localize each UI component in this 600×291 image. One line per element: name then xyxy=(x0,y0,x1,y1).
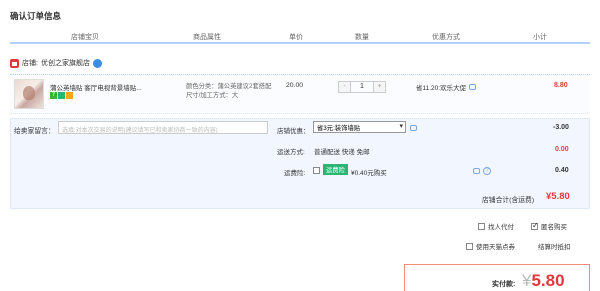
message-label: 给卖家留言： xyxy=(14,128,55,135)
item-thumbnail[interactable] xyxy=(14,79,44,109)
qty-minus-button[interactable]: - xyxy=(339,82,350,92)
attr-size: 尺寸/加工方式：大 xyxy=(186,92,239,99)
col-subtotal: 小计 xyxy=(533,34,547,41)
quantity-stepper: - 1 + xyxy=(338,81,386,93)
shipping-method: 普通配送 快递 免邮 xyxy=(314,149,370,156)
final-label: 实付款: xyxy=(492,281,516,288)
anonymous-checkbox[interactable] xyxy=(531,221,539,230)
shop-discount-select[interactable]: 省3元:装饰墙贴 xyxy=(313,121,406,133)
attr-color: 颜色分类：蒲公英建议2套搭配 xyxy=(186,83,272,90)
shop-icon xyxy=(10,58,19,68)
discount-info-icon[interactable] xyxy=(410,125,417,131)
chat-icon[interactable] xyxy=(92,58,102,68)
proxy-pay-option[interactable]: 找人代付 xyxy=(478,221,514,231)
item-badges: 7 xyxy=(50,92,73,99)
seven-day-return-icon: 7 xyxy=(50,92,57,99)
proxy-pay-label: 找人代付 xyxy=(488,224,514,231)
final-amount: ¥5.80 xyxy=(522,271,565,291)
shipping-label: 运送方式: xyxy=(277,149,305,156)
col-price: 单价 xyxy=(289,34,303,41)
message-input[interactable]: 选填:对本次交易的说明(建议填写已和卖家协商一致的内容) xyxy=(58,121,268,134)
insurance-label: 运费险: xyxy=(284,170,306,177)
insurance-checkbox[interactable] xyxy=(313,167,320,174)
anonymous-option[interactable]: 匿名购买 xyxy=(531,221,567,231)
col-promo: 优惠方式 xyxy=(432,34,460,41)
qty-input[interactable]: 1 xyxy=(350,82,374,92)
shop-discount-value: -3.00 xyxy=(553,124,569,131)
settle-note-text: 结算时抵扣 xyxy=(538,244,571,251)
tmall-points-option[interactable]: 使用天猫点券 xyxy=(466,241,515,251)
shop-name-link[interactable]: 优创之家旗舰店 xyxy=(41,58,90,68)
proxy-pay-checkbox[interactable] xyxy=(478,222,485,230)
item-promo: 省11.20:欢乐大促 xyxy=(416,82,477,92)
insurance-badge: 运费险 xyxy=(323,164,348,175)
item-name-link[interactable]: 蒲公英墙贴 客厅电视背景墙贴... xyxy=(50,82,170,92)
item-attributes: 颜色分类：蒲公英建议2套搭配 尺寸/加工方式：大 xyxy=(186,82,281,100)
comment-icon[interactable] xyxy=(469,84,477,90)
item-row xyxy=(10,74,590,114)
shop-total-label: 店铺合计(含运费) xyxy=(482,197,535,204)
item-subtotal: 8.80 xyxy=(554,82,568,89)
qty-plus-button[interactable]: + xyxy=(374,82,385,92)
card-icon xyxy=(66,92,73,99)
shop-discount-label: 店铺优惠： xyxy=(277,128,310,135)
shop-label: 店铺: xyxy=(22,60,38,67)
insurance-price: ¥0.40元购买 xyxy=(351,170,387,177)
page-title: 确认订单信息 xyxy=(10,11,62,21)
shop-total-value: ¥5.80 xyxy=(546,191,570,202)
col-attr: 商品属性 xyxy=(193,34,221,41)
col-qty: 数量 xyxy=(355,34,369,41)
promo-text: 省11.20:欢乐大促 xyxy=(416,85,467,92)
anonymous-label: 匿名购买 xyxy=(541,224,567,231)
insurance-value: 0.40 xyxy=(555,167,569,174)
shipping-value: 0.00 xyxy=(555,146,569,153)
unit-price: 20.00 xyxy=(286,82,304,89)
settle-note: 结算时抵扣 xyxy=(538,241,571,251)
shield-icon xyxy=(58,92,65,99)
tmall-points-checkbox[interactable] xyxy=(466,242,473,250)
column-header: 店铺宝贝 商品属性 单价 数量 优惠方式 小计 xyxy=(10,28,590,44)
final-amount-value: 5.80 xyxy=(531,271,565,290)
col-item: 店铺宝贝 xyxy=(71,34,99,41)
insurance-comment-icon[interactable] xyxy=(473,168,480,174)
tmall-points-label: 使用天猫点券 xyxy=(476,244,515,251)
help-icon[interactable]: ? xyxy=(483,167,491,175)
shop-header: 店铺: 优创之家旗舰店 xyxy=(10,58,102,68)
